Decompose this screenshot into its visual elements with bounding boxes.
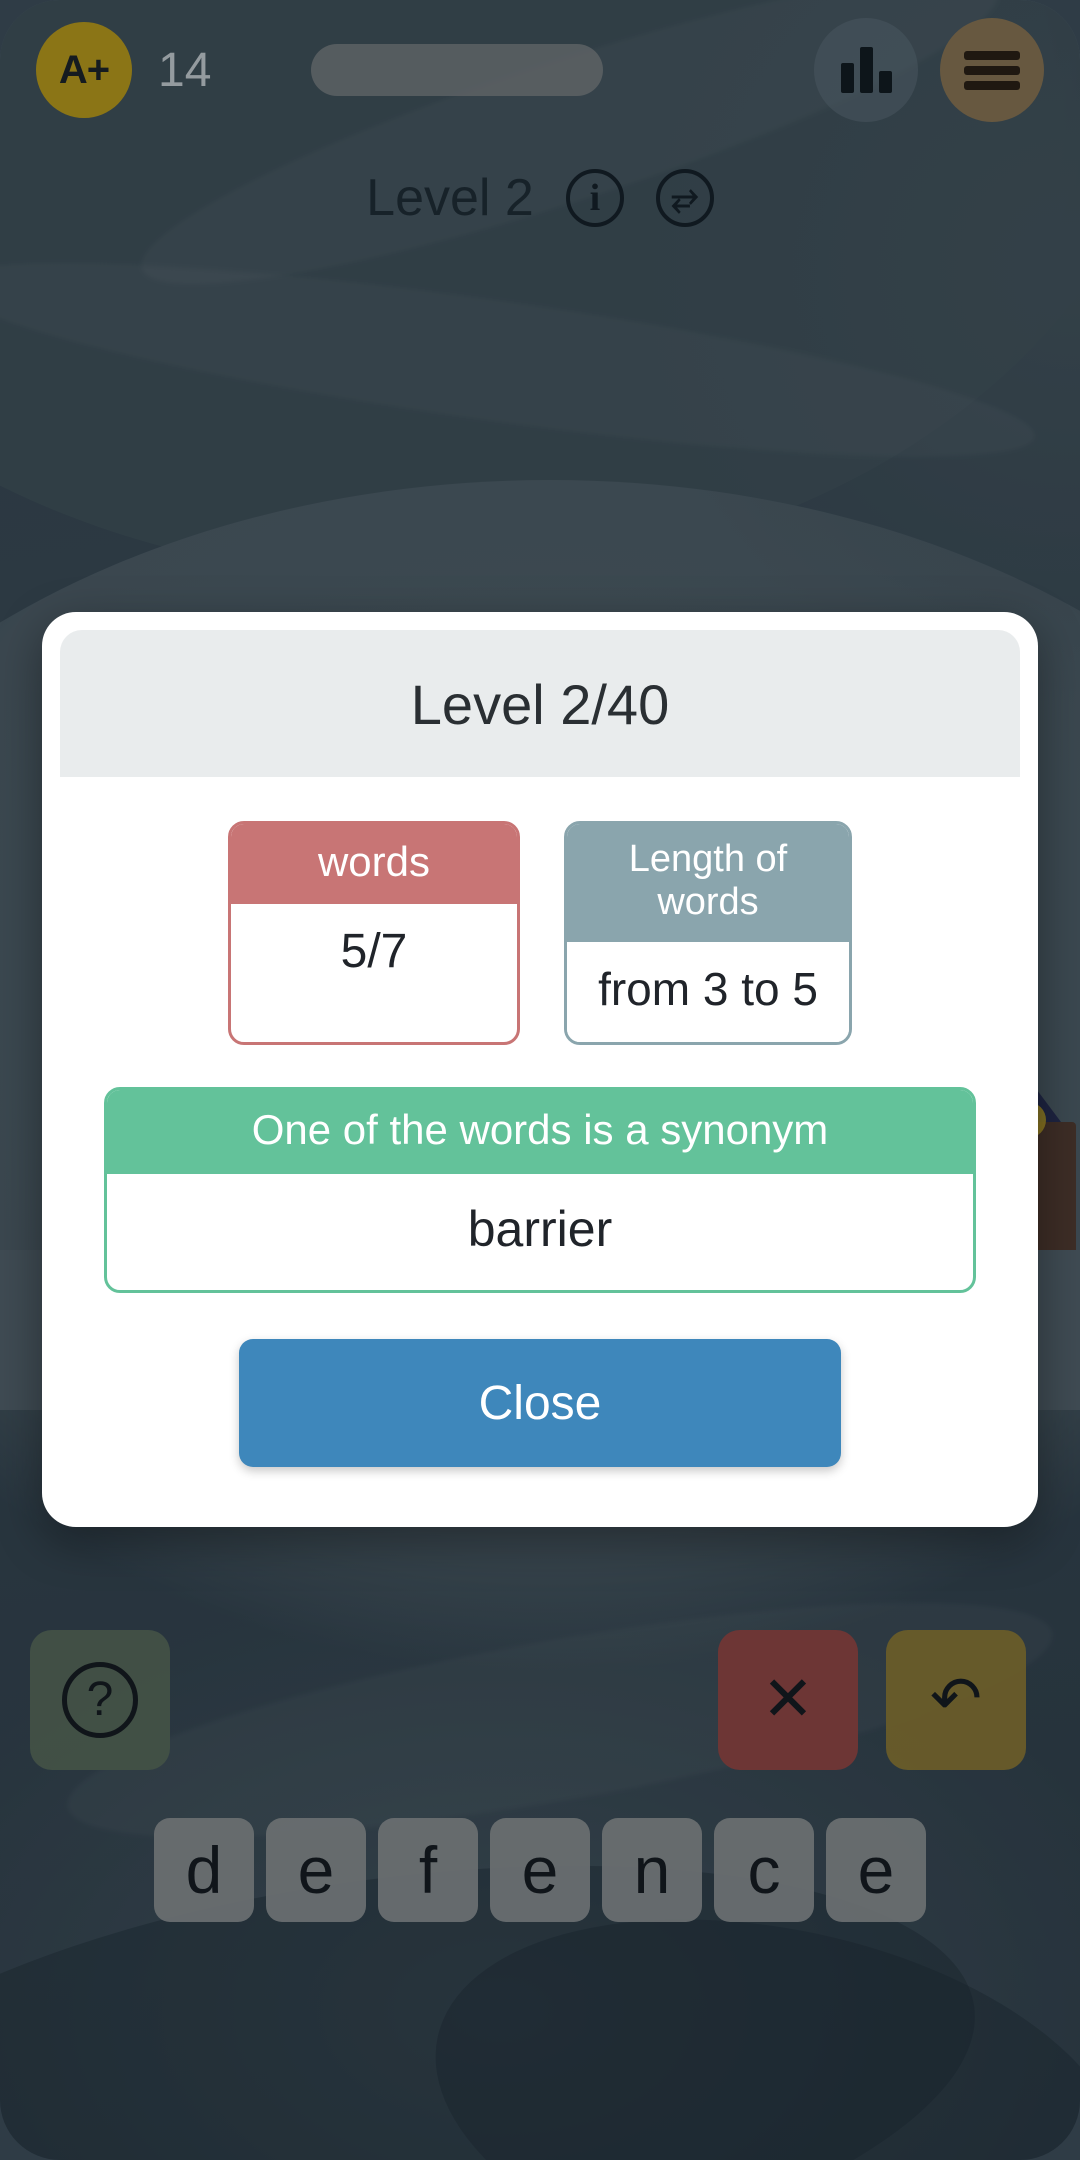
- dialog-body: words 5/7 Length of words from 3 to 5 On…: [60, 777, 1020, 1509]
- length-card-value: from 3 to 5: [567, 942, 849, 1042]
- length-card: Length of words from 3 to 5: [564, 821, 852, 1045]
- words-card-value: 5/7: [231, 904, 517, 1005]
- dialog-header: Level 2/40: [60, 630, 1020, 777]
- info-card-row: words 5/7 Length of words from 3 to 5: [104, 821, 976, 1045]
- dialog-inner: Level 2/40 words 5/7 Length of words fro…: [60, 630, 1020, 1509]
- synonym-card-label: One of the words is a synonym: [107, 1090, 973, 1174]
- level-info-dialog: Level 2/40 words 5/7 Length of words fro…: [42, 612, 1038, 1527]
- app-screen: A+ 14 Level 2 i ⥂ ? ✕ ↶ d e f e n c e Le…: [0, 0, 1080, 2160]
- dialog-title: Level 2/40: [410, 673, 670, 736]
- length-card-label: Length of words: [567, 824, 849, 942]
- synonym-card-value: barrier: [467, 1201, 613, 1257]
- words-card: words 5/7: [228, 821, 520, 1045]
- synonym-card: One of the words is a synonym barrier: [104, 1087, 976, 1293]
- close-button[interactable]: Close: [239, 1339, 841, 1467]
- words-card-label: words: [231, 824, 517, 904]
